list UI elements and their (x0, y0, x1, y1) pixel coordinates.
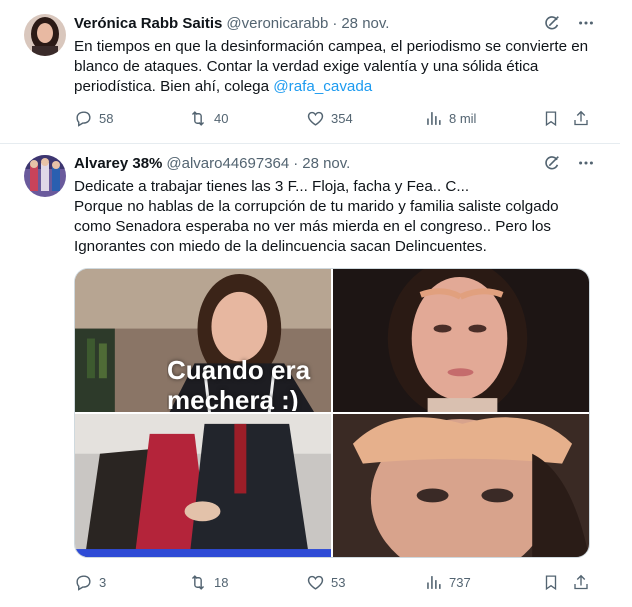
media-photo-3[interactable] (75, 414, 331, 557)
separator: · (332, 14, 338, 32)
reply-button[interactable]: 3 (74, 570, 106, 594)
separator: · (293, 154, 299, 172)
more-icon[interactable] (576, 13, 596, 33)
reply-icon (74, 109, 93, 128)
repost-count: 40 (214, 110, 229, 126)
views-icon (424, 109, 443, 128)
like-button[interactable]: 53 (306, 570, 345, 594)
avatar[interactable] (24, 155, 66, 197)
views-count: 737 (449, 574, 471, 590)
like-count: 53 (331, 574, 346, 590)
bookmark-button[interactable] (542, 106, 560, 130)
views-icon (424, 573, 443, 592)
tweet-header: Verónica Rabb Saitis @veronicarabb · 28 … (74, 13, 596, 33)
media-photo-1[interactable]: Cuando era mechera :) (75, 269, 331, 412)
author-handle[interactable]: @alvaro44697364 (166, 155, 289, 172)
repost-count: 18 (214, 574, 229, 590)
reply-count: 3 (99, 574, 107, 590)
reply-icon (74, 573, 93, 592)
repost-icon (188, 109, 208, 128)
like-button[interactable]: 354 (306, 106, 353, 130)
bookmark-icon (542, 573, 560, 592)
repost-button[interactable]: 40 (188, 106, 228, 130)
reply-count: 58 (99, 110, 114, 126)
bookmark-button[interactable] (542, 570, 560, 594)
tweet-1[interactable]: Verónica Rabb Saitis @veronicarabb · 28 … (0, 0, 620, 144)
tweet-text-line: Porque no hablas de la corrupción de tu … (74, 198, 559, 255)
like-icon (306, 573, 325, 592)
tweet-date[interactable]: 28 nov. (302, 155, 350, 172)
tweet-header: Alvarey 38% @alvaro44697364 · 28 nov. (74, 153, 596, 173)
tweet-actions: 3 18 53 737 (74, 570, 594, 594)
mention-link[interactable]: @rafa_cavada (273, 78, 372, 95)
media-photo-4[interactable] (333, 414, 589, 557)
views-button[interactable]: 8 mil (424, 106, 476, 130)
repost-button[interactable]: 18 (188, 570, 228, 594)
media-grid[interactable]: Cuando era mechera :) (74, 268, 590, 558)
tweet-actions: 58 40 354 8 mil (74, 106, 594, 130)
share-icon (572, 109, 590, 128)
grok-icon[interactable] (542, 13, 562, 33)
author-handle[interactable]: @veronicarabb (226, 15, 328, 32)
tweet-text: Dedicate a trabajar tienes las 3 F... Fl… (74, 177, 592, 257)
tweet-text-line: Dedicate a trabajar tienes las 3 F... Fl… (74, 178, 470, 195)
more-icon[interactable] (576, 153, 596, 173)
like-icon (306, 109, 325, 128)
media-photo-2[interactable] (333, 269, 589, 412)
author-name[interactable]: Verónica Rabb Saitis (74, 15, 222, 32)
reply-button[interactable]: 58 (74, 106, 113, 130)
tweet-text: En tiempos en que la desinformación camp… (74, 37, 592, 97)
photo-caption: Cuando era mechera :) (167, 355, 311, 411)
author-name[interactable]: Alvarey 38% (74, 155, 162, 172)
views-button[interactable]: 737 (424, 570, 471, 594)
like-count: 354 (331, 110, 353, 126)
tweet-2[interactable]: Alvarey 38% @alvaro44697364 · 28 nov. De… (0, 144, 620, 607)
views-count: 8 mil (449, 110, 477, 126)
repost-icon (188, 573, 208, 592)
share-button[interactable] (572, 106, 590, 130)
tweet-date[interactable]: 28 nov. (341, 15, 389, 32)
share-icon (572, 573, 590, 592)
avatar[interactable] (24, 14, 66, 56)
grok-icon[interactable] (542, 153, 562, 173)
share-button[interactable] (572, 570, 590, 594)
bookmark-icon (542, 109, 560, 128)
